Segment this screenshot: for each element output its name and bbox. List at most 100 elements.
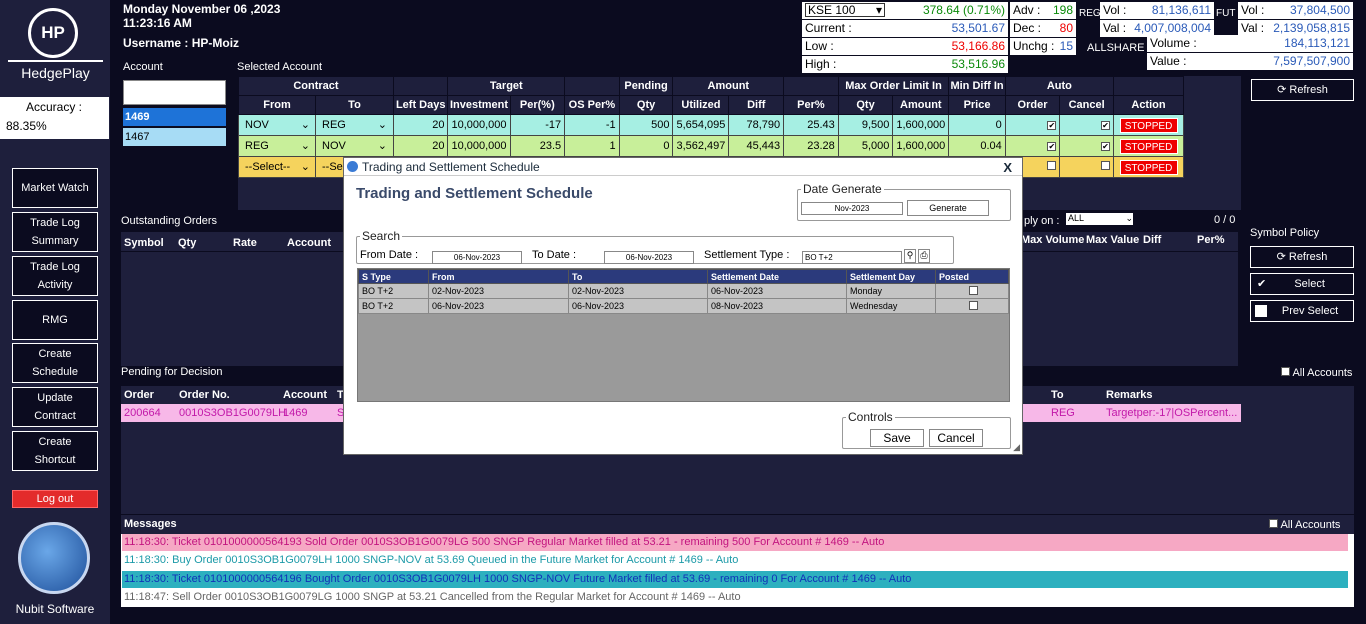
stopped-button[interactable]: STOPPED	[1119, 138, 1178, 154]
posted-checkbox[interactable]	[969, 300, 978, 310]
cancel-button[interactable]: Cancel	[929, 429, 983, 447]
allshare-label: ALLSHARE	[1087, 42, 1145, 54]
contract-from-select[interactable]: REG ⌄	[242, 138, 312, 154]
username: Username : HP-Moiz	[123, 36, 240, 50]
symbol-policy-label: Symbol Policy	[1250, 227, 1320, 239]
refresh-icon: ⟳	[1277, 84, 1287, 96]
trade-log-activity-button[interactable]: Trade Log Activity	[12, 256, 98, 296]
all-accounts-checkbox[interactable]: All Accounts	[1281, 367, 1352, 379]
table-row: REG ⌄ NOV ⌄ 20 10,000,000 23.5 1 0 3,562,4…	[238, 135, 1184, 157]
contract-to-select[interactable]: REG ⌄	[319, 117, 389, 133]
message-item: 11:18:47: Sell Order 0010S3OB1G0079LG 10…	[122, 589, 1348, 606]
pending-decision-title: Pending for Decision	[121, 366, 223, 378]
posted-checkbox[interactable]	[969, 285, 978, 295]
generate-button[interactable]: Generate	[907, 200, 989, 216]
chevron-down-icon: ⌄	[300, 161, 310, 173]
unchg-count: 15	[1059, 39, 1073, 53]
dec-count: 80	[1059, 21, 1073, 35]
stopped-button[interactable]: STOPPED	[1119, 159, 1178, 175]
index-high: 53,516.96	[951, 57, 1005, 71]
contract-from-select[interactable]: NOV ⌄	[242, 117, 312, 133]
create-shortcut-button[interactable]: Create Shortcut	[12, 431, 98, 471]
accuracy-label: Accuracy :	[26, 100, 83, 114]
chevron-down-icon: ⌄	[1125, 213, 1133, 223]
index-change: 378.64 (0.71%)	[922, 3, 1005, 17]
hedgeplay-logo: HP	[28, 8, 78, 58]
contract-to-select[interactable]: NOV ⌄	[319, 138, 389, 154]
allshare-volume: 184,113,121	[1284, 36, 1350, 50]
apply-on-select[interactable]: ALL ⌄	[1066, 213, 1133, 225]
account-item-1469[interactable]: 1469	[123, 108, 226, 126]
reg-label: REG	[1079, 8, 1101, 19]
search-icon[interactable]: ⚲	[904, 249, 916, 263]
contract-from-select[interactable]: --Select-- ⌄	[242, 159, 312, 175]
footer-brand: Nubit Software	[15, 602, 95, 616]
accuracy-value: 88.35%	[6, 119, 47, 133]
index-current: 53,501.67	[951, 21, 1005, 35]
update-contract-button[interactable]: Update Contract	[12, 387, 98, 427]
auto-cancel-checkbox[interactable]: ✔	[1101, 142, 1110, 151]
auto-cancel-checkbox[interactable]	[1101, 161, 1110, 170]
prev-select-button[interactable]: Prev Select	[1250, 300, 1354, 322]
stopped-button[interactable]: STOPPED	[1119, 117, 1178, 133]
chevron-down-icon: ⌄	[300, 119, 310, 131]
to-date-input[interactable]: 06-Nov-2023	[604, 251, 694, 264]
messages-all-accounts-checkbox[interactable]: All Accounts	[1269, 519, 1340, 531]
fut-volume: 37,804,500	[1289, 3, 1350, 17]
symbol-refresh-button[interactable]: ⟳ Refresh	[1250, 246, 1354, 268]
logout-button[interactable]: Log out	[12, 490, 98, 508]
message-item: 11:18:30: Buy Order 0010S3OB1G0079LH 100…	[122, 552, 1348, 569]
index-select[interactable]: KSE 100 ▾	[805, 3, 885, 17]
fut-value: 2,139,058,815	[1273, 21, 1350, 35]
table-row: NOV ⌄ REG ⌄ 20 10,000,000 -17 -1 500 5,654…	[238, 114, 1184, 136]
refresh-button[interactable]: ⟳ Refresh	[1251, 79, 1354, 101]
chevron-down-icon: ⌄	[300, 140, 310, 152]
rmg-button[interactable]: RMG	[12, 300, 98, 340]
table-row[interactable]: BO T+2 06-Nov-2023 06-Nov-2023 08-Nov-20…	[358, 298, 1009, 314]
fut-label: FUT	[1216, 8, 1236, 19]
reg-panel: Vol :81,136,611 Val :4,007,008,004	[1100, 2, 1214, 37]
market-watch-button[interactable]: Market Watch	[12, 168, 98, 208]
reg-value: 4,007,008,004	[1134, 21, 1211, 35]
settlement-schedule-dialog: Trading and Settlement Schedule X Tradin…	[343, 157, 1023, 455]
auto-order-checkbox[interactable]	[1047, 161, 1057, 170]
account-label: Account	[123, 61, 163, 73]
controls-group: Controls Save Cancel	[842, 410, 1011, 449]
checkbox-icon	[1255, 305, 1267, 317]
brand-name: HedgePlay	[8, 60, 103, 81]
outstanding-count: 0 / 0	[1214, 214, 1236, 226]
dialog-title: Trading and Settlement Schedule	[362, 160, 540, 174]
close-button[interactable]: X	[1003, 159, 1012, 177]
fut-panel: Vol :37,804,500 Val :2,139,058,815	[1238, 2, 1353, 37]
save-button[interactable]: Save	[870, 429, 924, 447]
generate-date-input[interactable]: Nov-2023	[801, 202, 903, 215]
account-item-1467[interactable]: 1467	[123, 128, 226, 146]
table-row[interactable]: BO T+2 02-Nov-2023 02-Nov-2023 06-Nov-20…	[358, 283, 1009, 299]
reg-volume: 81,136,611	[1151, 3, 1211, 17]
select-button[interactable]: ✔ Select	[1250, 273, 1354, 295]
chevron-down-icon: ⌄	[377, 140, 387, 152]
create-schedule-button[interactable]: Create Schedule	[12, 343, 98, 383]
allshare-panel: Volume :184,113,121 Value :7,597,507,900	[1147, 35, 1353, 70]
from-date-input[interactable]: 06-Nov-2023	[432, 251, 522, 264]
chevron-down-icon: ⌄	[377, 119, 387, 131]
checkbox-icon	[1269, 519, 1278, 528]
current-time: 11:23:16 AM	[123, 16, 192, 30]
selected-account-label: Selected Account	[237, 61, 323, 73]
current-date: Monday November 06 ,2023	[123, 2, 281, 16]
schedule-grid: S Type From To Settlement Date Settlemen…	[357, 268, 1010, 402]
account-search-input[interactable]	[123, 80, 226, 105]
trade-log-summary-button[interactable]: Trade Log Summary	[12, 212, 98, 252]
date-generate-group: Date Generate Nov-2023 Generate	[797, 182, 1011, 221]
print-icon[interactable]: ⎙	[918, 249, 930, 263]
resize-grip-icon[interactable]: ◢	[1013, 442, 1020, 453]
chevron-down-icon: ▾	[875, 3, 882, 17]
auto-order-checkbox[interactable]: ✔	[1047, 121, 1057, 130]
auto-cancel-checkbox[interactable]: ✔	[1101, 121, 1110, 130]
messages-title: Messages	[124, 518, 177, 530]
message-item: 11:18:30: Ticket 0101000000564196 Bought…	[122, 571, 1348, 588]
auto-order-checkbox[interactable]: ✔	[1047, 142, 1057, 151]
settlement-type-input[interactable]: BO T+2	[802, 251, 902, 264]
allshare-value: 7,597,507,900	[1273, 54, 1350, 68]
dialog-heading: Trading and Settlement Schedule	[356, 185, 593, 202]
